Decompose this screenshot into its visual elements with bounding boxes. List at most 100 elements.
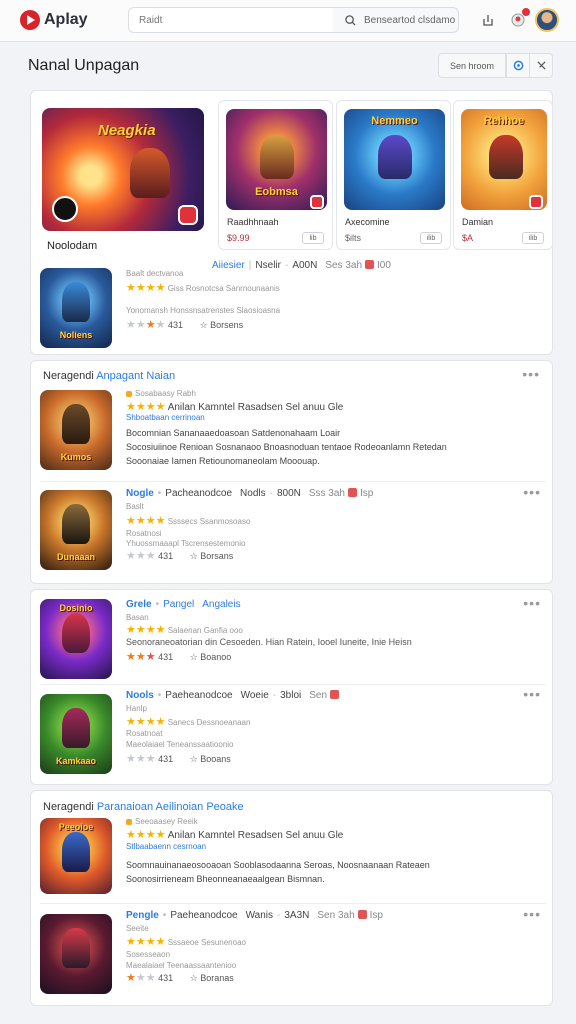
star-icon: ★★★★ [126,716,166,728]
game-icon[interactable]: Kumos [40,390,112,470]
list-item[interactable]: Peeoioe Seeoaasey Reeik ★★★★ Anilan Kamn… [30,817,553,898]
featured-tile[interactable]: Eobmsa Raadhhnaah $9.99 lib [218,100,333,250]
share-icon[interactable] [478,10,498,30]
row-title: Pengle • Paeheanodcoe Wanis -3A3N Sen 3ah Isp [126,910,383,921]
star-icon: ★★★★ [126,829,166,841]
badge-icon [126,391,132,397]
play-icon[interactable] [52,196,78,222]
tile-library-button[interactable]: ilib [420,232,442,244]
search-button[interactable]: Benseartod clsdamo [333,7,459,33]
avatar[interactable] [535,8,559,32]
tile-art-title: Nemmeo [371,115,418,127]
row-title: ★★★★ Anilan Kamntel Rasadsen Sel anuu Gl… [126,401,344,413]
bookmark-icon: ☆ [199,320,208,330]
notification-icon[interactable] [508,8,530,30]
tile-art[interactable]: Eobmsa [226,109,327,210]
row-rating-line: ★★★★ Sssaeoe Sesunenoao [126,936,246,948]
icon-character [62,613,90,653]
row-subtitle: Shboatbaan cerrinoan [126,413,205,422]
list-item[interactable]: Dunaaan Nogle • Pacheanodcoe Nodls -800N Sss … [30,484,553,578]
more-icon[interactable]: ••• [523,595,541,611]
tile-price: $9.99 [227,233,250,243]
tile-library-button[interactable]: ilib [522,232,544,244]
tile-name: Raadhhnaah [227,217,279,227]
more-icon[interactable]: ••• [522,366,540,382]
game-icon[interactable]: Dunaaan [40,490,112,570]
badge-icon [529,195,543,209]
featured-main-art[interactable]: Neagkia [42,108,204,231]
badge-icon [310,195,324,209]
icon-character [62,404,90,444]
app-logo[interactable]: Aplay [20,9,88,31]
star-icon: ★★★★ [126,282,166,294]
row-rating-line: ★★★★ Ssssecs Ssanmosoaso [126,515,251,527]
list-item[interactable]: Pengle • Paeheanodcoe Wanis -3A3N Sen 3ah Isp … [30,906,553,1000]
icon-title: Dosinio [59,603,93,613]
section-heading: Neragendi Paranaioan Aeilinoian Peoake [43,801,244,813]
game-icon[interactable]: Noliens [40,268,112,348]
row-subline: Hanlp [126,704,147,713]
game-icon[interactable]: Peeoioe [40,818,112,894]
row-description: Seonoraneoatorian din Cesoeden. Hian Rat… [126,637,412,647]
divider [40,481,546,482]
icon-character [62,282,90,322]
row-description: Bocomnian Sananaaedoasoan Satdenonahaam … [126,428,447,466]
play-logo-icon [20,10,40,30]
row-rating-line: ★★★★ Giss Rosnotcsa Sanrnounaanis [126,282,280,294]
game-icon[interactable]: Kamkaao [40,694,112,774]
row-subline: Basan [126,613,149,622]
bookmark-icon: ☆ [189,754,198,764]
badge-icon [357,910,367,919]
featured-character [130,148,170,198]
expand-icon[interactable] [529,53,553,78]
sort-button[interactable]: Sen hroom [438,53,506,78]
icon-title: Noliens [59,330,93,340]
tile-price: $A [462,233,474,243]
featured-tile[interactable]: Nemmeo Axecomine $ilts ilib [336,100,451,250]
list-item[interactable]: Dosinio Grele • Pangel Angaleis Basan ★★★★ … [30,595,553,679]
divider [40,684,546,685]
row-title: ★★★★ Anilan Kamntel Resadsen Sel anuu Gl… [126,829,344,841]
star-icon: ★★ [126,651,146,663]
row-stats: ★★★ 431 ☆ Borsans [126,550,234,562]
tile-art[interactable]: Nemmeo [344,109,445,210]
search-input[interactable] [128,7,334,33]
divider [40,903,546,904]
badge-icon [348,488,357,497]
icon-character [62,832,90,872]
icon-title: Kamkaao [55,756,97,766]
tile-name: Damian [462,217,494,227]
tile-character [489,135,523,179]
search-icon [345,14,356,26]
row-subline: Seeite [126,924,149,933]
row-subline: Baalt dectvanoa [126,269,184,278]
badge-icon [178,205,198,225]
icon-character [62,708,90,748]
row-stats: ★★★ 431 ☆ Booans [126,753,231,765]
tile-art-title: Rehhoe [483,115,525,127]
tile-art[interactable]: Rehhoe [461,109,547,210]
list-item[interactable]: Kamkaao Nools • Paeheanodcoe Woeie -3bloi Sen… [30,686,553,780]
list-item[interactable]: Kumos Sosabaasy Rabh ★★★★ Anilan Kamntel… [30,389,553,476]
more-icon[interactable]: ••• [523,484,541,500]
more-icon[interactable]: ••• [523,906,541,922]
more-icon[interactable]: ••• [523,686,541,702]
row-meta-2: Maeolaiael Teneanssaatioonio [126,740,234,749]
top-bar: Aplay Benseartod clsdamo [0,0,576,42]
tile-library-button[interactable]: lib [302,232,324,244]
row-title: Aiiesier | Nselir - A00N Ses 3ah I00 [212,260,391,271]
game-icon[interactable]: Dosinio [40,599,112,679]
row-subline: Sosabaasy Rabh [126,389,196,398]
tile-character [260,135,294,179]
star-icon: ★★★★ [126,936,166,948]
game-icon[interactable] [40,914,112,994]
list-item[interactable]: Noliens Aiiesier | Nselir - A00N Ses 3ah I00 B… [30,260,553,350]
row-meta: Yonomansh Honssnsatrenstes Slaosioasna [126,306,281,315]
featured-tile[interactable]: Rehhoe Damian $A ilib [453,100,553,250]
featured-art-title: Neagkia [98,122,156,139]
icon-title: Dunaaan [56,552,95,562]
search-button-label: Benseartod clsdamo [364,14,456,26]
logo-text: Aplay [44,11,88,28]
star-icon: ★★★ [126,753,156,765]
refresh-icon[interactable] [506,53,530,78]
